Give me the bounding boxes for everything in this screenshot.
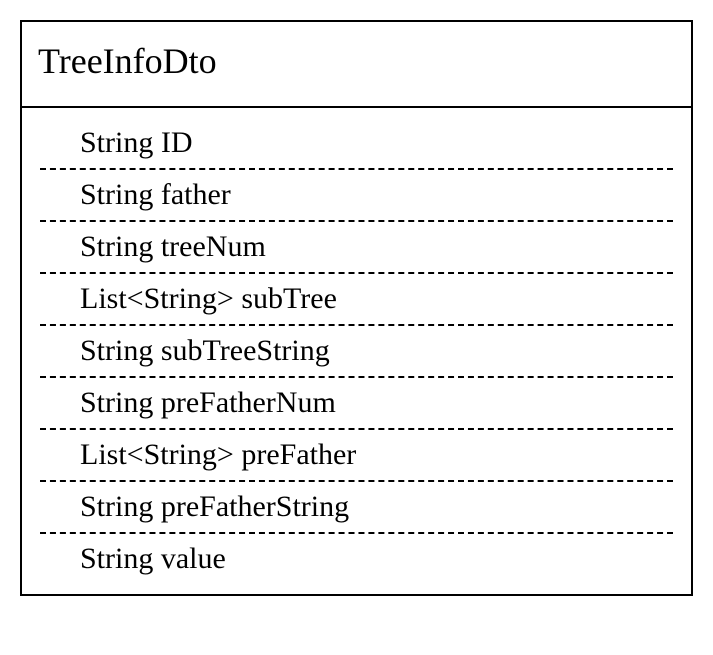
- field-row: String ID: [40, 118, 673, 170]
- class-header: TreeInfoDto: [22, 22, 691, 108]
- field-row: List<String> preFather: [40, 430, 673, 482]
- field-row: String subTreeString: [40, 326, 673, 378]
- field-row: String father: [40, 170, 673, 222]
- class-diagram-box: TreeInfoDto String ID String father Stri…: [20, 20, 693, 596]
- field-row: String preFatherString: [40, 482, 673, 534]
- field-row: String treeNum: [40, 222, 673, 274]
- class-title: TreeInfoDto: [38, 40, 675, 82]
- field-row: List<String> subTree: [40, 274, 673, 326]
- class-body: String ID String father String treeNum L…: [22, 108, 691, 594]
- field-row: String preFatherNum: [40, 378, 673, 430]
- field-row: String value: [40, 534, 673, 584]
